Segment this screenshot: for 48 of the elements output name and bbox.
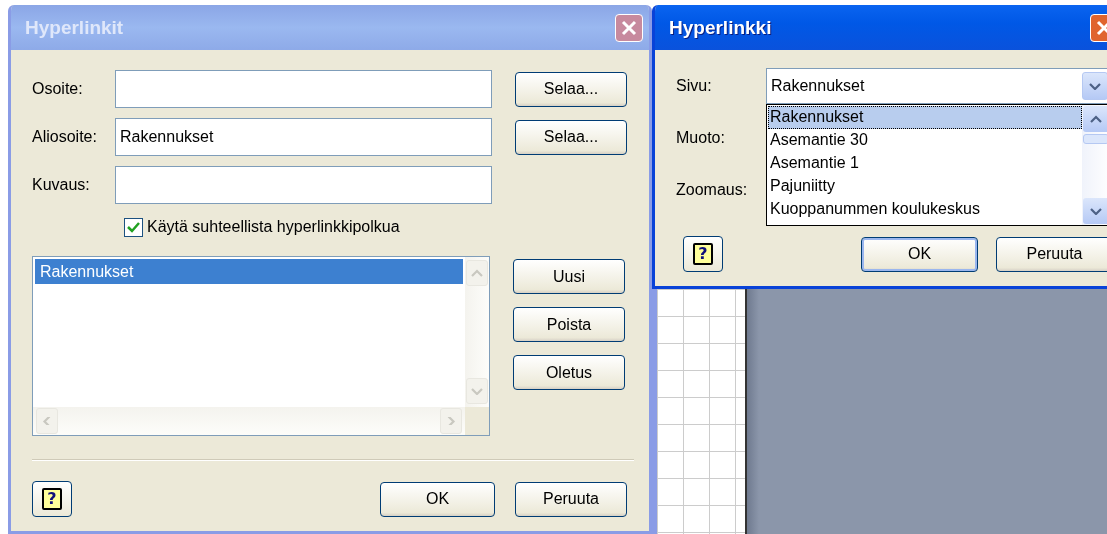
cancel-button[interactable]: Peruuta (996, 236, 1107, 272)
field-label: Kuvaus: (32, 176, 91, 194)
field-label: Sivu: (676, 77, 713, 95)
action-button[interactable]: Oletus (513, 355, 625, 390)
close-icon (621, 19, 637, 36)
scroll-thumb[interactable] (1083, 134, 1107, 144)
field-label: Aliosoite: (32, 128, 98, 146)
close-icon (1096, 19, 1107, 36)
chevron-up-icon (1090, 115, 1102, 123)
field-label: Osoite: (32, 80, 84, 98)
chevron-right-icon (445, 417, 457, 425)
scrollbar-corner (465, 407, 489, 435)
checkbox-label: Käytä suhteellista hyperlinkkipolkua (147, 218, 400, 236)
list-box[interactable]: Rakennukset (32, 256, 490, 436)
scroll-down-button[interactable] (1083, 198, 1107, 224)
scroll-right-button[interactable] (440, 408, 462, 434)
chevron-down-icon (1090, 207, 1102, 215)
scroll-up-button[interactable] (1083, 106, 1107, 132)
chevron-down-icon (471, 387, 483, 395)
chevron-left-icon (41, 417, 53, 425)
close-button[interactable] (615, 13, 643, 42)
chevron-down-icon (1089, 82, 1101, 90)
chevron-up-icon (471, 269, 483, 277)
scroll-left-button[interactable] (36, 408, 58, 434)
dropdown-option[interactable]: Kuoppanummen koulukeskus (768, 198, 1082, 221)
ok-button[interactable]: OK (380, 481, 495, 517)
field-label: Muoto: (676, 129, 726, 147)
ok-button[interactable]: OK (861, 236, 978, 272)
action-button[interactable]: Uusi (513, 259, 625, 294)
dropdown-option[interactable]: Asemantie 30 (768, 129, 1082, 152)
browse-button[interactable]: Selaa... (515, 71, 627, 107)
input-field[interactable]: Rakennukset (115, 118, 492, 156)
help-button[interactable]: ? (683, 236, 723, 272)
dropdown-option[interactable]: Pajuniitty (768, 175, 1082, 198)
field-label: Zoomaus: (676, 181, 749, 199)
dropdown-option[interactable]: Rakennukset (768, 106, 1082, 129)
input-field[interactable] (115, 166, 492, 204)
action-button[interactable]: Poista (513, 307, 625, 342)
browse-button[interactable]: Selaa... (515, 119, 627, 155)
list-item[interactable]: Rakennukset (35, 259, 463, 284)
checkbox[interactable] (124, 217, 143, 237)
window-title: Hyperlinkki (669, 16, 772, 39)
window-title: Hyperlinkit (25, 16, 124, 39)
cancel-button[interactable]: Peruuta (515, 481, 627, 517)
input-field[interactable] (115, 70, 492, 108)
help-button[interactable]: ? (32, 481, 72, 517)
dropdown-option[interactable]: Asemantie 1 (768, 152, 1082, 175)
page-dropdown[interactable]: Rakennukset (766, 68, 1107, 104)
